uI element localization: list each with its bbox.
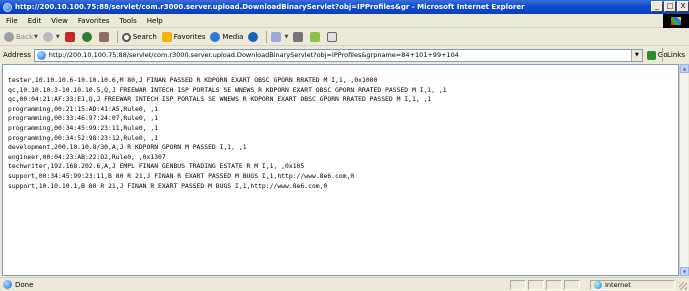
status-pane <box>528 280 544 290</box>
status-panes <box>510 280 582 290</box>
menu-favorites[interactable]: Favorites <box>73 17 115 25</box>
resize-grip-icon[interactable] <box>679 282 687 290</box>
status-bar: Done Internet <box>0 277 689 291</box>
forward-button[interactable]: ▼ <box>42 32 60 42</box>
vertical-scrollbar[interactable]: ▲ ▼ <box>679 64 689 276</box>
favorites-label: Favorites <box>173 33 206 41</box>
profile-line: programming,00:33:46:97:24:07,Rule0, ,1 <box>8 114 159 123</box>
ie-logo-icon <box>3 2 12 12</box>
stop-button[interactable] <box>64 32 77 42</box>
minimize-button[interactable]: _ <box>651 1 663 12</box>
forward-arrow-icon <box>42 32 53 42</box>
profile-line: engineer,00:04:23:AB:22:D2,Rule0, ,0x130… <box>8 152 166 161</box>
standard-toolbar: Back ▼ ▼ Search Favorites Media ▼ <box>0 29 689 46</box>
profile-line: tester,10.10.10.6-10.10.10.6,M 80,J FINA… <box>8 76 378 84</box>
status-pane <box>564 280 580 290</box>
profile-line: programming,00:21:15:AD:41:A5,Rule0, ,1 <box>8 104 159 113</box>
profile-line: qc,00:04:21:AF:33:E1,Q,J FREEWAR INTECH … <box>8 95 432 104</box>
page-content: tester,10.10.10.6-10.10.10.6,M 80,J FINA… <box>2 64 679 276</box>
favorites-star-icon <box>161 32 172 42</box>
profile-line: support,10.10.10.1,B 80 R 21,J FINAN R E… <box>8 181 328 190</box>
address-dropdown-icon[interactable]: ▼ <box>630 49 642 61</box>
menu-help[interactable]: Help <box>142 17 168 25</box>
toolbar-separator <box>266 31 268 43</box>
edit-button[interactable] <box>310 32 322 42</box>
profile-line: programming,00:34:45:99:23:11,Rule0, ,1 <box>8 123 159 132</box>
profile-line: qc,10.10.10.3-10.10.10.5,Q,J FREEWAR INT… <box>8 85 447 94</box>
search-icon <box>121 32 131 42</box>
favorites-button[interactable]: Favorites <box>161 32 206 42</box>
zone-label: Internet <box>605 281 631 289</box>
mail-icon <box>271 32 282 42</box>
discuss-icon <box>327 32 338 42</box>
mail-button[interactable]: ▼ <box>271 32 288 42</box>
close-button[interactable]: X <box>677 1 689 12</box>
edit-icon <box>310 32 321 42</box>
text-document: tester,10.10.10.6-10.10.10.6,M 80,J FINA… <box>3 65 678 191</box>
mail-dropdown-icon[interactable]: ▼ <box>284 34 288 40</box>
history-icon <box>248 32 259 42</box>
back-button[interactable]: Back ▼ <box>4 32 38 42</box>
media-icon <box>210 32 221 42</box>
back-arrow-icon <box>4 32 14 42</box>
menu-tools[interactable]: Tools <box>115 17 142 25</box>
toolbar-separator <box>116 31 118 43</box>
menu-view[interactable]: View <box>46 17 73 25</box>
address-input[interactable]: http://200.10.100.75:88/servlet/com.r300… <box>33 48 643 62</box>
windows-logo-throbber <box>663 14 689 28</box>
print-button[interactable] <box>293 32 305 42</box>
status-pane <box>546 280 562 290</box>
title-bar[interactable]: http://200.10.100.75:88/servlet/com.r300… <box>0 0 689 14</box>
back-label: Back <box>16 33 33 41</box>
window-title: http://200.10.100.75:88/servlet/com.r300… <box>15 3 525 11</box>
history-button[interactable] <box>248 32 260 42</box>
menu-bar: File Edit View Favorites Tools Help <box>0 14 689 28</box>
search-button[interactable]: Search <box>121 32 157 42</box>
home-button[interactable] <box>98 32 111 42</box>
scroll-down-arrow-icon[interactable]: ▼ <box>680 267 689 276</box>
address-bar: Address http://200.10.100.75:88/servlet/… <box>0 47 689 63</box>
security-zone[interactable]: Internet <box>590 280 675 290</box>
stop-icon <box>64 32 75 42</box>
internet-globe-icon <box>594 281 602 289</box>
menu-edit[interactable]: Edit <box>23 17 47 25</box>
search-label: Search <box>132 33 157 41</box>
scroll-up-arrow-icon[interactable]: ▲ <box>680 64 689 73</box>
status-text: Done <box>15 280 34 289</box>
maximize-button[interactable]: □ <box>664 1 676 12</box>
windows-logo-icon <box>671 17 681 25</box>
printer-icon <box>293 32 304 42</box>
profile-line: programming,00:34:52:98:23:12,Rule0, ,1 <box>8 133 159 142</box>
page-icon <box>36 50 46 60</box>
discuss-button[interactable] <box>327 32 339 42</box>
address-label: Address <box>3 51 31 59</box>
home-icon <box>98 32 109 42</box>
refresh-button[interactable] <box>81 32 94 42</box>
profile-line: techwriter,192.168.202.6,A,J EMPL FINAN … <box>8 162 305 171</box>
page-done-icon <box>3 280 12 289</box>
profile-line: support,00:34:45:99:23:11,B 80 R 21,J FI… <box>8 171 355 180</box>
window-controls: _ □ X <box>650 1 689 12</box>
go-arrow-icon <box>646 50 656 60</box>
menu-file[interactable]: File <box>0 17 23 25</box>
media-button[interactable]: Media <box>210 32 243 42</box>
address-url[interactable]: http://200.10.100.75:88/servlet/com.r300… <box>49 51 459 59</box>
media-label: Media <box>222 33 244 41</box>
browser-window: http://200.10.100.75:88/servlet/com.r300… <box>0 0 689 291</box>
back-dropdown-icon[interactable]: ▼ <box>34 34 38 40</box>
profile-line: development,200.10.10.8/30,A,J R KDPORN … <box>8 143 247 152</box>
status-pane <box>510 280 526 290</box>
refresh-icon <box>81 32 92 42</box>
links-button[interactable]: Links <box>662 48 689 62</box>
forward-dropdown-icon[interactable]: ▼ <box>56 34 60 40</box>
